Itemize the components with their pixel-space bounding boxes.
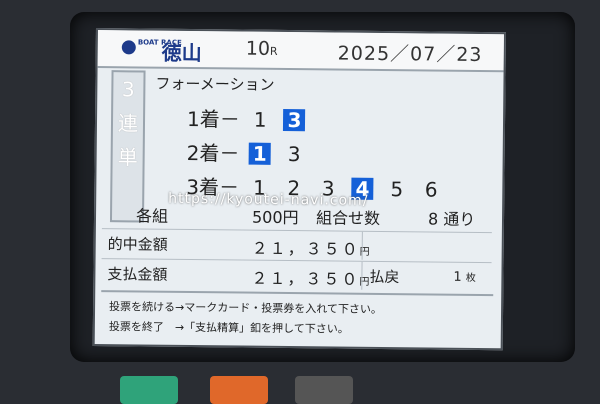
refund-label: 払戻 — [369, 267, 400, 287]
number-cell: 5 — [390, 177, 404, 202]
refund-count: 1 枚 — [453, 269, 476, 285]
combos-label: 組合せ数 — [315, 208, 381, 228]
combos-value: 8 通り — [427, 209, 476, 229]
bet-type-char: 単 — [117, 145, 138, 170]
race-date: 2025／07／23 — [337, 42, 483, 67]
number-cell: 1 — [253, 107, 267, 132]
terminal-screen: BOAT RACE 徳山 10R 2025／07／23 3 連 単 フォーメーシ… — [92, 28, 506, 351]
first-place-row: 1着－ 1 3 — [187, 103, 309, 133]
screen-header: BOAT RACE 徳山 10R 2025／07／23 — [97, 30, 504, 73]
payment-amount-label: 支払金額 — [107, 265, 168, 284]
second-place-row: 2着－ 1 3 — [187, 137, 309, 167]
unit-amount: 500円 — [251, 207, 299, 228]
hit-amount-row: 的中金額 ２１，３５０円 — [101, 228, 492, 262]
venue-name: 徳山 — [161, 40, 202, 66]
first-place-label: 1着－ — [186, 106, 240, 132]
finish-message: 投票を終了 →「支払精算」釦を押して下さい。 — [108, 320, 349, 336]
bet-type-vertical: 3 連 単 — [109, 70, 146, 223]
number-cell: 6 — [424, 177, 438, 202]
second-place-label: 2着－ — [186, 140, 240, 166]
selected-number-cell: 3 — [283, 108, 306, 132]
formation-title: フォーメーション — [155, 74, 275, 94]
hardware-buttons — [110, 376, 470, 404]
race-number: 10R — [245, 37, 278, 60]
bet-type-char: 連 — [117, 111, 139, 136]
instruction-messages: 投票を続ける→マークカード・投票券を入れて下さい。 投票を終了 →「支払精算」釦… — [100, 290, 494, 349]
logo-mark-icon — [121, 40, 136, 55]
payment-amount-row: 支払金額 ２１，３５０円 払戻 1 枚 — [101, 258, 492, 292]
number-cell: 3 — [287, 142, 301, 167]
hit-amount-value: ２１，３５０円 — [251, 238, 372, 259]
boat-race-logo: BOAT RACE 徳山 — [121, 38, 232, 66]
hit-amount-label: 的中金額 — [107, 235, 168, 254]
bet-type-char: 3 — [121, 77, 135, 102]
unit-label: 各組 — [135, 206, 169, 226]
continue-message: 投票を続ける→マークカード・投票券を入れて下さい。 — [109, 300, 383, 317]
selected-number-cell: 1 — [248, 142, 271, 166]
payment-amount-value: ２１，３５０円 — [251, 268, 372, 289]
